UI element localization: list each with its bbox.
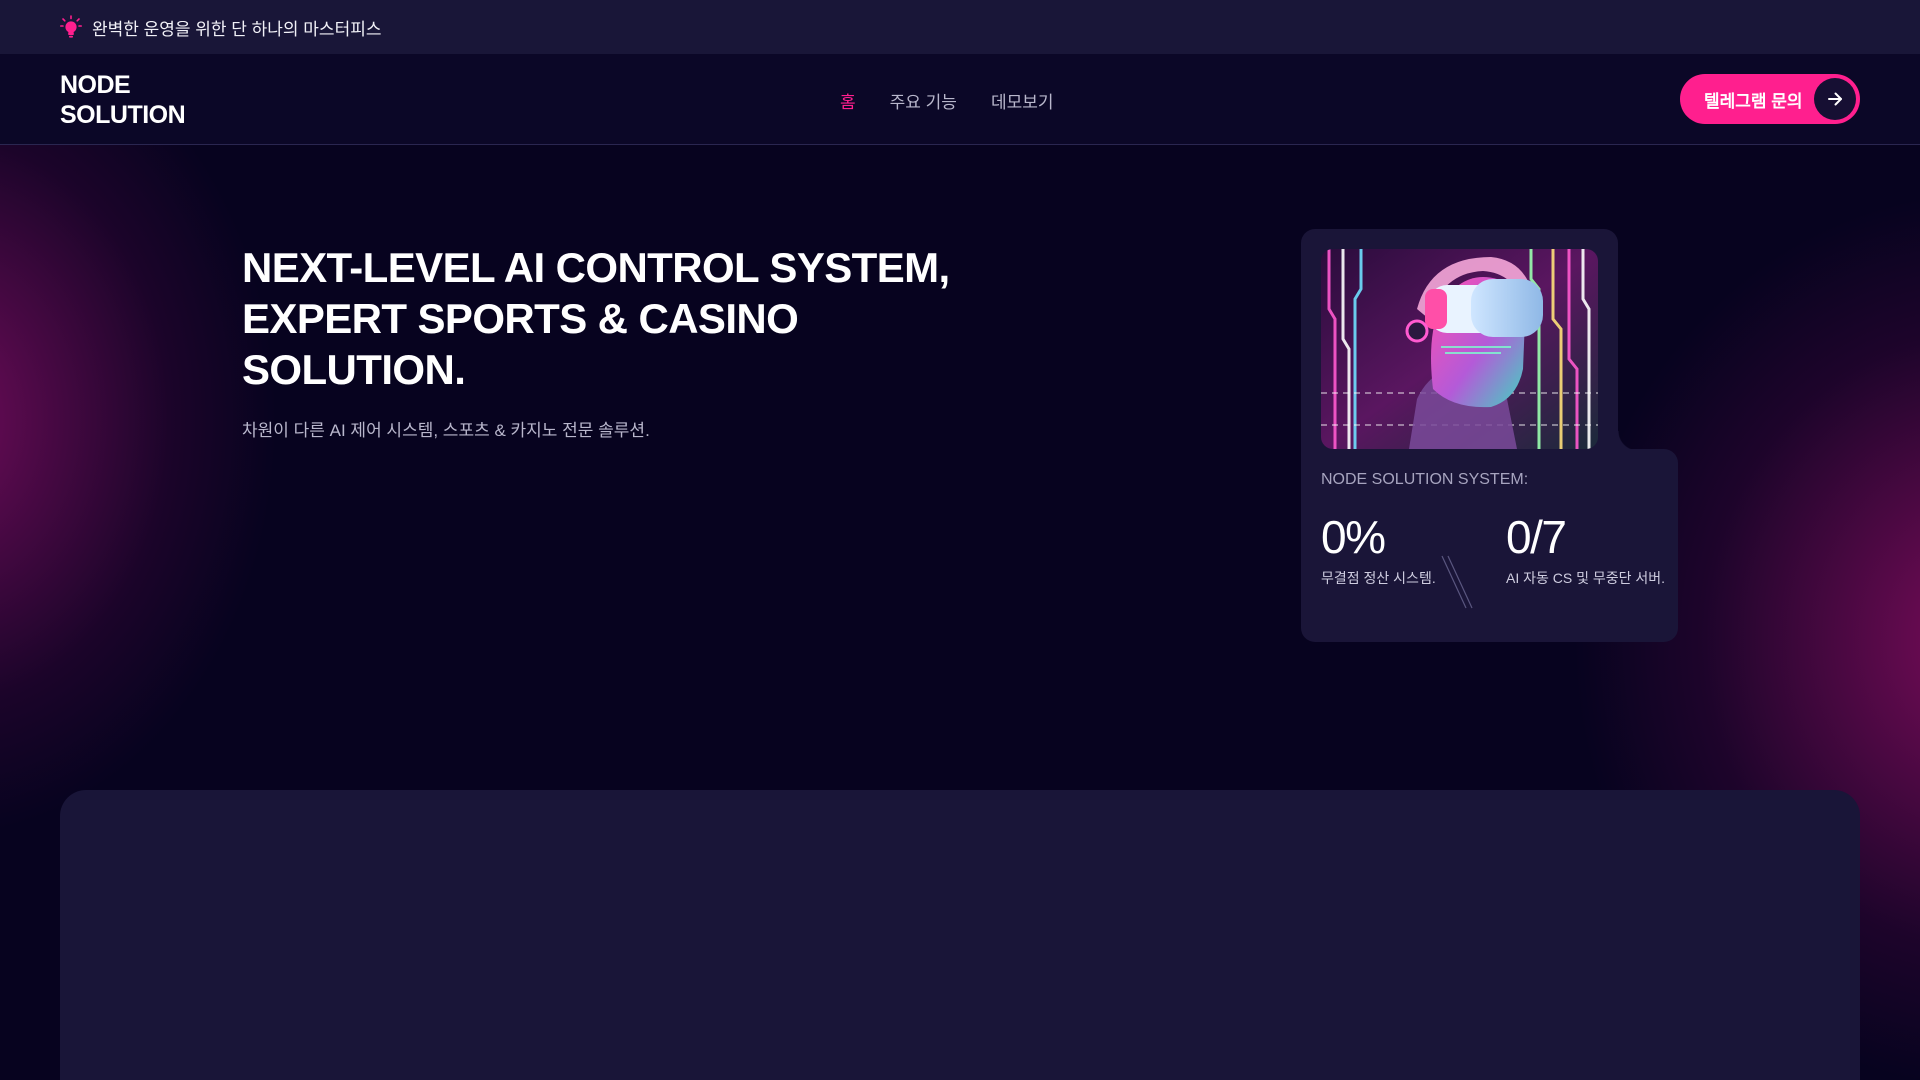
arrow-right-icon [1814,78,1856,120]
announcement-bar: 완벽한 운영을 위한 단 하나의 마스터피스 [0,0,1920,54]
hero-title-line-1: NEXT-LEVEL AI CONTROL SYSTEM, [242,244,950,291]
stat-ai-cs: 0/7 AI 자동 CS 및 무중단 서버. [1506,512,1666,589]
card-corner-notch [1618,431,1638,451]
stats-card-label: NODE SOLUTION SYSTEM: [1321,471,1529,488]
main-nav: 홈 주요 기능 데모보기 [840,88,1054,113]
stat-value: 0/7 [1506,511,1567,563]
logo[interactable]: NODE SOLUTION [60,70,186,130]
vr-headset-image [1321,249,1598,449]
hero-title: NEXT-LEVEL AI CONTROL SYSTEM, EXPERT SPO… [242,242,1002,395]
telegram-contact-button[interactable]: 텔레그램 문의 [1680,74,1860,124]
announcement-text: 완벽한 운영을 위한 단 하나의 마스터피스 [92,19,382,39]
hero-subtitle: 차원이 다른 AI 제어 시스템, 스포츠 & 카지노 전문 솔루션. [242,421,650,440]
hero-title-line-3: SOLUTION. [242,346,466,393]
nav-item-demo[interactable]: 데모보기 [991,88,1054,113]
content-panel [60,790,1860,1080]
logo-line-1: NODE [60,71,131,99]
nav-item-home[interactable]: 홈 [840,88,856,113]
stat-divider [1440,554,1474,610]
stat-description: AI 자동 CS 및 무중단 서버. [1506,570,1666,586]
logo-line-2: SOLUTION [60,101,186,129]
site-header: NODE SOLUTION 홈 주요 기능 데모보기 텔레그램 문의 [0,54,1920,145]
nav-item-features[interactable]: 주요 기능 [890,88,957,113]
lightbulb-icon [60,15,82,39]
telegram-contact-label: 텔레그램 문의 [1704,91,1803,111]
page: 완벽한 운영을 위한 단 하나의 마스터피스 NODE SOLUTION 홈 주… [0,0,1920,1080]
hero-title-line-2: EXPERT SPORTS & CASINO [242,295,799,342]
